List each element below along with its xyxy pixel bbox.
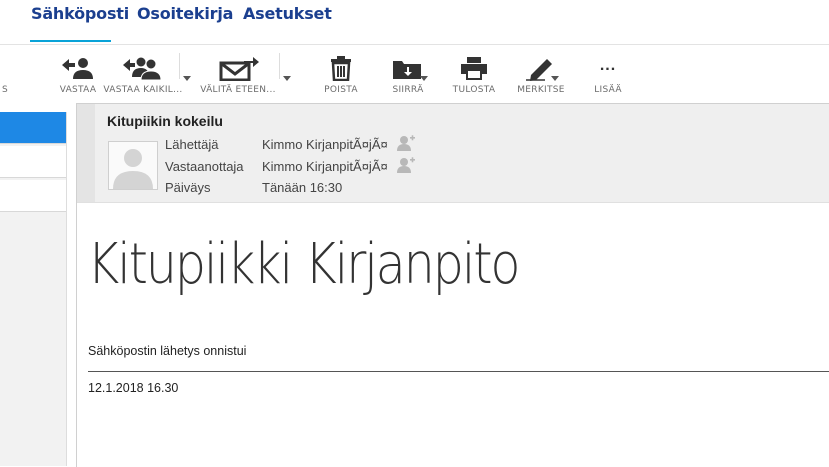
- body-title: Kitupiikki Kirjanpito: [87, 232, 520, 297]
- move-label: SIIRRÄ: [392, 85, 424, 95]
- from-label: Lähettäjä: [165, 137, 219, 152]
- reply-all-dropdown-icon[interactable]: [183, 76, 191, 81]
- toolbar-separator: [179, 53, 180, 79]
- mark-label: MERKITSE: [517, 85, 565, 95]
- reply-icon: [62, 58, 93, 79]
- user-silhouette-icon: [113, 149, 153, 189]
- list-item[interactable]: [0, 180, 66, 212]
- forward-label: VÄLITÄ ETEEN...: [200, 85, 276, 95]
- print-label: TULOSTA: [452, 85, 496, 95]
- active-tab-underline: [30, 40, 111, 42]
- add-contact-icon[interactable]: [397, 135, 415, 151]
- delete-label: POISTA: [324, 85, 358, 95]
- from-value[interactable]: Kimmo KirjanpitÃ¤jÃ¤: [262, 137, 388, 152]
- tab-asetukset[interactable]: Asetukset: [243, 4, 332, 23]
- forward-icon: [219, 57, 259, 81]
- list-item[interactable]: [0, 146, 66, 178]
- more-icon: ...: [599, 57, 617, 74]
- trash-icon: [331, 56, 351, 81]
- reply-all-label: VASTAA KAIKIL...: [103, 85, 183, 95]
- toolbar-separator: [279, 53, 280, 79]
- message-list: [0, 112, 67, 466]
- tab-osoitekirja[interactable]: Osoitekirja: [137, 4, 233, 23]
- list-item[interactable]: [0, 112, 66, 144]
- tab-sahkoposti[interactable]: Sähköposti: [31, 4, 129, 23]
- add-contact-icon[interactable]: [397, 157, 415, 173]
- forward-dropdown-icon[interactable]: [283, 76, 291, 81]
- date-value: Tänään 16:30: [262, 180, 343, 195]
- to-label: Vastaanottaja: [165, 159, 244, 174]
- body-divider: [88, 371, 829, 372]
- avatar: [108, 141, 158, 190]
- forward-button[interactable]: VÄLITÄ ETEEN...: [200, 55, 276, 95]
- message-header: Kitupiikin kokeilu Lähettäjä Kimmo Kirja…: [77, 104, 829, 203]
- reply-all-icon: [123, 57, 162, 81]
- delete-button[interactable]: POISTA: [322, 55, 360, 95]
- more-button[interactable]: ... LISÄÄ: [590, 55, 626, 95]
- message-toolbar: S VASTAA VASTAA KAIKIL... VÄLITÄ ETEEN..…: [0, 45, 829, 103]
- to-value[interactable]: Kimmo KirjanpitÃ¤jÃ¤: [262, 159, 388, 174]
- body-date: 12.1.2018 16.30: [88, 381, 179, 395]
- reply-label: VASTAA: [59, 85, 97, 95]
- message-view: Kitupiikin kokeilu Lähettäjä Kimmo Kirja…: [76, 103, 829, 467]
- reply-all-button[interactable]: VASTAA KAIKIL...: [103, 55, 182, 95]
- mark-dropdown-icon[interactable]: [551, 76, 559, 81]
- print-button[interactable]: TULOSTA: [452, 55, 496, 95]
- printer-icon: [461, 57, 487, 80]
- body-text: Sähköpostin lähetys onnistui: [88, 344, 247, 358]
- header-stripe: [77, 104, 95, 202]
- reply-button[interactable]: VASTAA: [56, 55, 100, 95]
- more-label: LISÄÄ: [594, 85, 622, 95]
- partial-tool-label: S: [2, 85, 9, 95]
- move-dropdown-icon[interactable]: [420, 76, 428, 81]
- message-subject: Kitupiikin kokeilu: [107, 113, 223, 129]
- date-label: Päiväys: [165, 180, 211, 195]
- top-navigation: Sähköposti Osoitekirja Asetukset: [0, 0, 829, 45]
